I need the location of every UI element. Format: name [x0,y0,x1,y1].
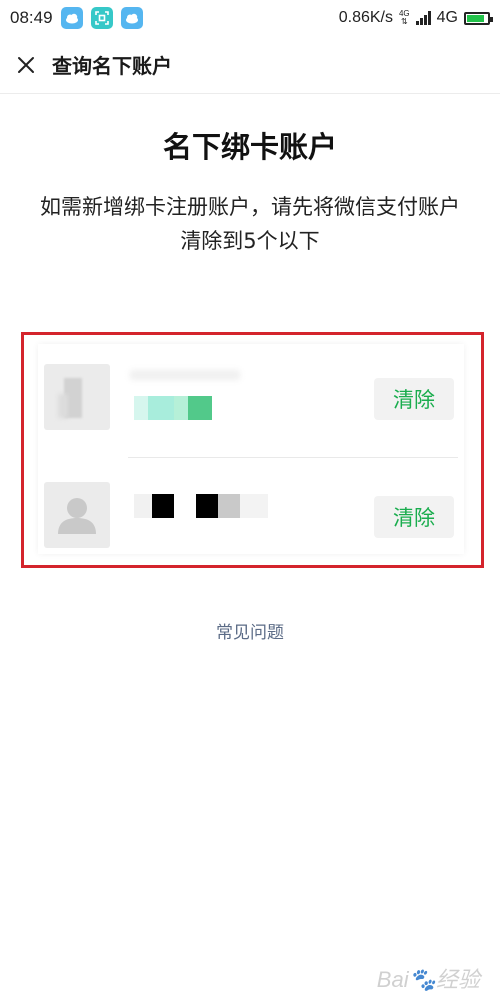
account-row: 清除 [38,344,464,444]
default-avatar-icon [44,482,110,548]
avatar [44,364,110,430]
nav-bar: 查询名下账户 [0,36,500,94]
clear-button[interactable]: 清除 [374,378,454,420]
account-row: 清除 [38,462,464,562]
account-name-masked [130,370,240,380]
network-type: 4G [436,9,458,26]
network-speed: 0.86K/s [338,9,393,26]
weather-icon [60,7,83,29]
accounts-card: 清除 清除 [38,344,464,554]
close-icon[interactable] [16,55,36,75]
nav-title: 查询名下账户 [52,54,172,78]
signal-icon [415,11,431,25]
scan-icon [90,7,113,29]
faq-link[interactable]: 常见问题 [0,618,500,643]
page-title: 名下绑卡账户 [162,130,337,164]
account-id-masked [134,396,212,420]
weather-icon [120,7,143,29]
page-description: 如需新增绑卡注册账户，请先将微信支付账户清除到5个以下 [40,195,460,253]
divider [128,457,458,458]
account-id-masked [134,494,268,518]
battery-level [467,14,484,22]
data-arrows-icon: ⇅ [400,17,408,26]
battery-icon [464,11,493,25]
status-left: 08:49 [10,7,143,29]
status-bar: 08:49 0.86K/s 4G ⇅ 4G [0,0,500,36]
status-time: 08:49 [10,8,53,27]
status-right: 0.86K/s 4G ⇅ 4G [338,9,493,27]
watermark-logo: Bai🐾经验 [376,967,480,992]
network-type-small: 4G ⇅ [398,9,410,26]
clear-button[interactable]: 清除 [374,496,454,538]
close-button[interactable] [0,36,52,94]
